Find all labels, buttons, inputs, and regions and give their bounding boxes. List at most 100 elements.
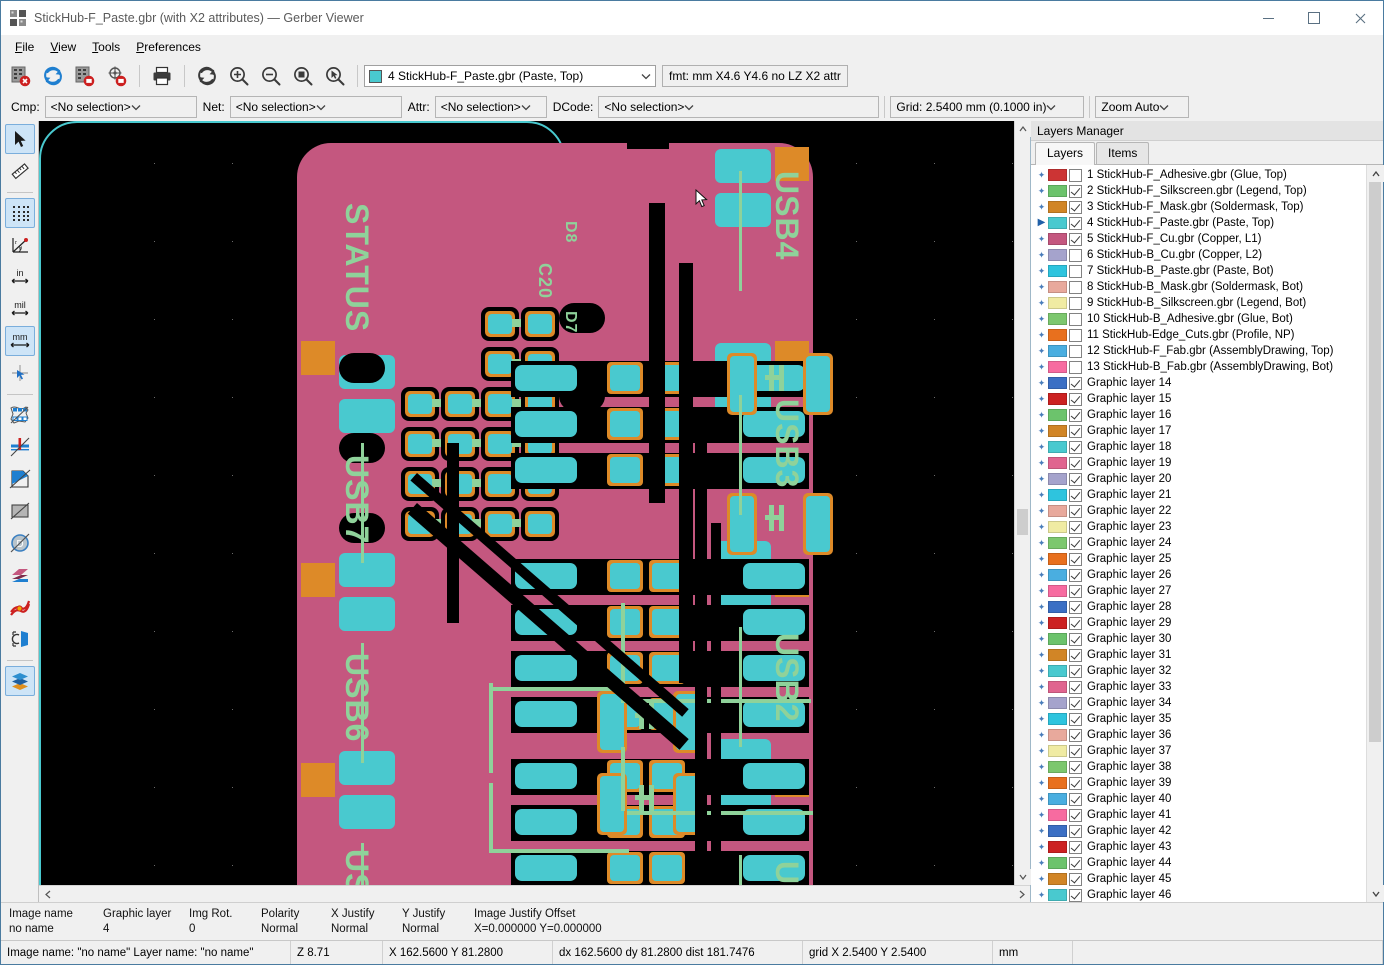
layer-color-swatch[interactable] [1048, 217, 1067, 229]
layer-visibility-checkbox[interactable] [1069, 169, 1082, 182]
zoom-out-button[interactable] [256, 62, 286, 90]
layer-color-swatch[interactable] [1048, 681, 1067, 693]
layer-row[interactable]: ✦Graphic layer 45 [1031, 871, 1366, 887]
layer-visibility-checkbox[interactable] [1069, 729, 1082, 742]
scroll-left-arrow-icon[interactable] [39, 886, 56, 903]
layer-color-swatch[interactable] [1048, 521, 1067, 533]
layer-row[interactable]: ✦7 StickHub-B_Paste.gbr (Paste, Bot) [1031, 263, 1366, 279]
layer-row[interactable]: ✦2 StickHub-F_Silkscreen.gbr (Legend, To… [1031, 183, 1366, 199]
layer-row[interactable]: ✦11 StickHub-Edge_Cuts.gbr (Profile, NP) [1031, 327, 1366, 343]
layer-row[interactable]: ✦Graphic layer 41 [1031, 807, 1366, 823]
layer-visibility-checkbox[interactable] [1069, 505, 1082, 518]
layer-visibility-checkbox[interactable] [1069, 569, 1082, 582]
chevron-down-icon[interactable] [316, 100, 326, 114]
layer-color-swatch[interactable] [1048, 873, 1067, 885]
layer-color-swatch[interactable] [1048, 393, 1067, 405]
layer-visibility-checkbox[interactable] [1069, 393, 1082, 406]
zoom-fit-button[interactable] [288, 62, 318, 90]
layer-color-swatch[interactable] [1048, 489, 1067, 501]
layer-visibility-checkbox[interactable] [1069, 809, 1082, 822]
menu-view[interactable]: View [42, 37, 84, 57]
canvas-vscroll-thumb[interactable] [1017, 509, 1028, 535]
layer-color-swatch[interactable] [1048, 425, 1067, 437]
layer-visibility-checkbox[interactable] [1069, 585, 1082, 598]
layer-row[interactable]: ✦Graphic layer 31 [1031, 647, 1366, 663]
layer-color-swatch[interactable] [1048, 329, 1067, 341]
layer-visibility-checkbox[interactable] [1069, 265, 1082, 278]
layer-visibility-checkbox[interactable] [1069, 681, 1082, 694]
layer-row[interactable]: ✦Graphic layer 28 [1031, 599, 1366, 615]
layer-visibility-checkbox[interactable] [1069, 249, 1082, 262]
layer-row[interactable]: ✦13 StickHub-B_Fab.gbr (AssemblyDrawing,… [1031, 359, 1366, 375]
layer-visibility-checkbox[interactable] [1069, 857, 1082, 870]
layer-color-swatch[interactable] [1048, 569, 1067, 581]
layer-row[interactable]: ✦Graphic layer 27 [1031, 583, 1366, 599]
layer-visibility-checkbox[interactable] [1069, 377, 1082, 390]
canvas-horizontal-scrollbar[interactable] [39, 885, 1030, 902]
layer-row[interactable]: ✦6 StickHub-B_Cu.gbr (Copper, L2) [1031, 247, 1366, 263]
layer-color-swatch[interactable] [1048, 777, 1067, 789]
layer-color-swatch[interactable] [1048, 713, 1067, 725]
units-millimeters-button[interactable]: mm [5, 326, 35, 356]
layer-row[interactable]: ✦Graphic layer 21 [1031, 487, 1366, 503]
minimize-button[interactable] [1245, 1, 1291, 35]
toggle-negative-objects-button[interactable] [5, 496, 35, 526]
layer-row[interactable]: ✦Graphic layer 32 [1031, 663, 1366, 679]
select-cursor-tool[interactable] [5, 124, 35, 154]
layer-color-swatch[interactable] [1048, 761, 1067, 773]
layer-visibility-checkbox[interactable] [1069, 649, 1082, 662]
tab-items[interactable]: Items [1096, 142, 1149, 164]
layer-visibility-checkbox[interactable] [1069, 217, 1082, 230]
chevron-down-icon[interactable] [521, 100, 531, 114]
toggle-polar-coords-button[interactable]: r θ [5, 230, 35, 260]
layer-row[interactable]: ✦Graphic layer 38 [1031, 759, 1366, 775]
layer-row[interactable]: ✦Graphic layer 29 [1031, 615, 1366, 631]
layer-row[interactable]: ✦Graphic layer 15 [1031, 391, 1366, 407]
toggle-layers-manager-button[interactable] [5, 666, 35, 696]
layer-row[interactable]: ✦Graphic layer 18 [1031, 439, 1366, 455]
chevron-down-icon[interactable] [131, 100, 141, 114]
pcb-canvas[interactable]: STATUSUSB7USB6USB5USB4USB3USB2USB1D8D7C2… [39, 121, 1014, 885]
open-gerber-file-button[interactable] [70, 62, 100, 90]
open-excellon-drill-file-button[interactable] [102, 62, 132, 90]
layer-row[interactable]: ✦Graphic layer 16 [1031, 407, 1366, 423]
layers-vertical-scrollbar[interactable] [1366, 165, 1383, 902]
units-mils-button[interactable]: mil [5, 294, 35, 324]
toggle-diff-mode-button[interactable] [5, 592, 35, 622]
scroll-up-arrow-icon[interactable] [1367, 165, 1384, 182]
layer-color-swatch[interactable] [1048, 793, 1067, 805]
canvas-vscroll-track[interactable] [1015, 137, 1030, 869]
layer-color-swatch[interactable] [1048, 201, 1067, 213]
layer-color-swatch[interactable] [1048, 377, 1067, 389]
layer-row[interactable]: ✦Graphic layer 24 [1031, 535, 1366, 551]
layer-row[interactable]: ✦10 StickHub-B_Adhesive.gbr (Glue, Bot) [1031, 311, 1366, 327]
dcode-select[interactable]: <No selection> [598, 96, 879, 118]
layer-row[interactable]: ✦Graphic layer 19 [1031, 455, 1366, 471]
layers-vscroll-track[interactable] [1367, 182, 1383, 885]
layer-color-swatch[interactable] [1048, 233, 1067, 245]
layer-visibility-checkbox[interactable] [1069, 761, 1082, 774]
layer-visibility-checkbox[interactable] [1069, 521, 1082, 534]
layer-color-swatch[interactable] [1048, 729, 1067, 741]
scroll-down-arrow-icon[interactable] [1015, 869, 1031, 885]
reload-all-layers-button[interactable] [38, 62, 68, 90]
layer-color-swatch[interactable] [1048, 809, 1067, 821]
layer-color-swatch[interactable] [1048, 553, 1067, 565]
refresh-button[interactable] [192, 62, 222, 90]
layer-color-swatch[interactable] [1048, 617, 1067, 629]
layer-row[interactable]: ✦12 StickHub-F_Fab.gbr (AssemblyDrawing,… [1031, 343, 1366, 359]
scroll-right-arrow-icon[interactable] [1013, 886, 1030, 903]
toggle-lines-sketch-button[interactable] [5, 432, 35, 462]
toggle-dcode-display-button[interactable]: D [5, 528, 35, 558]
layer-visibility-checkbox[interactable] [1069, 537, 1082, 550]
scroll-up-arrow-icon[interactable] [1015, 121, 1031, 137]
layer-visibility-checkbox[interactable] [1069, 425, 1082, 438]
layer-color-swatch[interactable] [1048, 441, 1067, 453]
layer-color-swatch[interactable] [1048, 537, 1067, 549]
layer-visibility-checkbox[interactable] [1069, 825, 1082, 838]
layer-row[interactable]: ✦1 StickHub-F_Adhesive.gbr (Glue, Top) [1031, 167, 1366, 183]
measure-tool[interactable] [5, 156, 35, 186]
layer-row[interactable]: ✦Graphic layer 44 [1031, 855, 1366, 871]
layer-row[interactable]: ✦Graphic layer 46 [1031, 887, 1366, 902]
layer-row[interactable]: ✦Graphic layer 39 [1031, 775, 1366, 791]
